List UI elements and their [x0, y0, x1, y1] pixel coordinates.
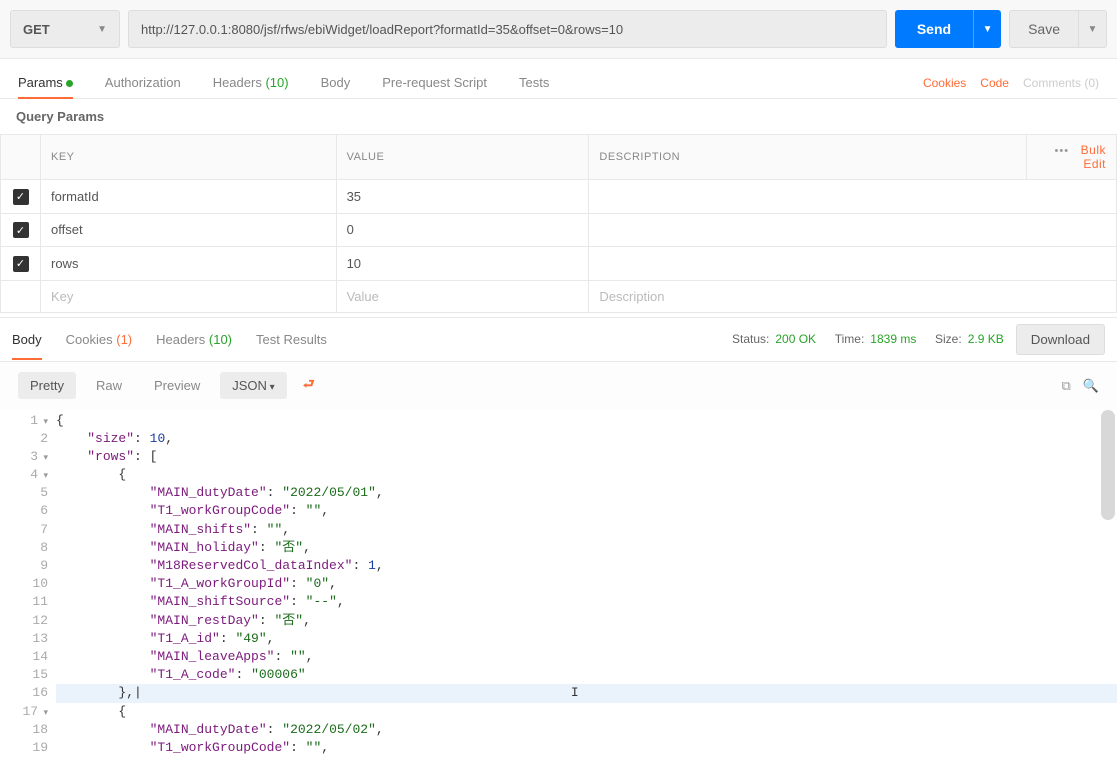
response-status-bar: Status:200 OK Time:1839 ms Size:2.9 KB	[732, 332, 1004, 346]
tab-tests[interactable]: Tests	[519, 67, 549, 98]
table-row: rows 10	[1, 247, 1117, 281]
link-comments[interactable]: Comments (0)	[1023, 76, 1099, 90]
tab-headers[interactable]: Headers (10)	[213, 67, 289, 98]
resp-tab-tests[interactable]: Test Results	[256, 326, 327, 353]
search-icon[interactable]: 🔍	[1083, 378, 1099, 394]
params-indicator-dot	[66, 80, 73, 87]
save-button[interactable]: Save	[1009, 10, 1079, 48]
table-row: formatId 35	[1, 180, 1117, 214]
chevron-down-icon: ▼	[97, 24, 107, 35]
tab-body[interactable]: Body	[321, 67, 351, 98]
link-code[interactable]: Code	[980, 76, 1009, 90]
param-key-placeholder[interactable]: Key	[41, 280, 337, 312]
send-button[interactable]: Send	[895, 10, 973, 48]
copy-icon[interactable]: ⧉	[1062, 378, 1071, 394]
col-desc: DESCRIPTION	[589, 135, 1027, 180]
save-dropdown[interactable]: ▼	[1079, 10, 1107, 48]
row-checkbox[interactable]	[13, 222, 29, 238]
view-pretty[interactable]: Pretty	[18, 372, 76, 399]
send-dropdown[interactable]: ▼	[973, 10, 1001, 48]
view-raw[interactable]: Raw	[84, 372, 134, 399]
status-value: 200 OK	[775, 332, 816, 346]
col-key: KEY	[41, 135, 337, 180]
tab-params[interactable]: Params	[18, 67, 73, 98]
resp-tab-body[interactable]: Body	[12, 326, 42, 353]
param-key[interactable]: rows	[41, 247, 337, 281]
param-value[interactable]: 35	[336, 180, 589, 214]
more-icon[interactable]: •••	[1055, 145, 1070, 157]
query-params-title: Query Params	[0, 99, 1117, 134]
param-desc[interactable]	[589, 247, 1117, 281]
col-value: VALUE	[336, 135, 589, 180]
param-key[interactable]: formatId	[41, 180, 337, 214]
time-value: 1839 ms	[870, 332, 916, 346]
row-checkbox[interactable]	[13, 189, 29, 205]
response-code-viewer[interactable]: 12345678910111213141516171819 { "size": …	[0, 410, 1117, 763]
download-button[interactable]: Download	[1016, 324, 1105, 355]
tab-authorization[interactable]: Authorization	[105, 67, 181, 98]
resp-tab-headers[interactable]: Headers (10)	[156, 326, 232, 353]
param-desc[interactable]	[589, 213, 1117, 247]
bulk-edit-link[interactable]: Bulk Edit	[1081, 143, 1106, 171]
view-format-select[interactable]: JSON	[220, 372, 286, 399]
method-select[interactable]: GET ▼	[10, 10, 120, 48]
param-value[interactable]: 0	[336, 213, 589, 247]
method-label: GET	[23, 22, 50, 37]
resp-tab-cookies[interactable]: Cookies (1)	[66, 326, 132, 353]
link-cookies[interactable]: Cookies	[923, 76, 966, 90]
param-desc-placeholder[interactable]: Description	[589, 280, 1117, 312]
param-value-placeholder[interactable]: Value	[336, 280, 589, 312]
size-value: 2.9 KB	[968, 332, 1004, 346]
wrap-lines-icon[interactable]: ⮐	[295, 372, 323, 400]
table-row-new: Key Value Description	[1, 280, 1117, 312]
tab-prerequest[interactable]: Pre-request Script	[382, 67, 487, 98]
row-checkbox[interactable]	[13, 256, 29, 272]
view-preview[interactable]: Preview	[142, 372, 212, 399]
query-params-table: KEY VALUE DESCRIPTION ••• Bulk Edit form…	[0, 134, 1117, 313]
url-input[interactable]	[128, 10, 887, 48]
table-row: offset 0	[1, 213, 1117, 247]
param-value[interactable]: 10	[336, 247, 589, 281]
param-desc[interactable]	[589, 180, 1117, 214]
scrollbar-thumb[interactable]	[1101, 410, 1115, 520]
param-key[interactable]: offset	[41, 213, 337, 247]
